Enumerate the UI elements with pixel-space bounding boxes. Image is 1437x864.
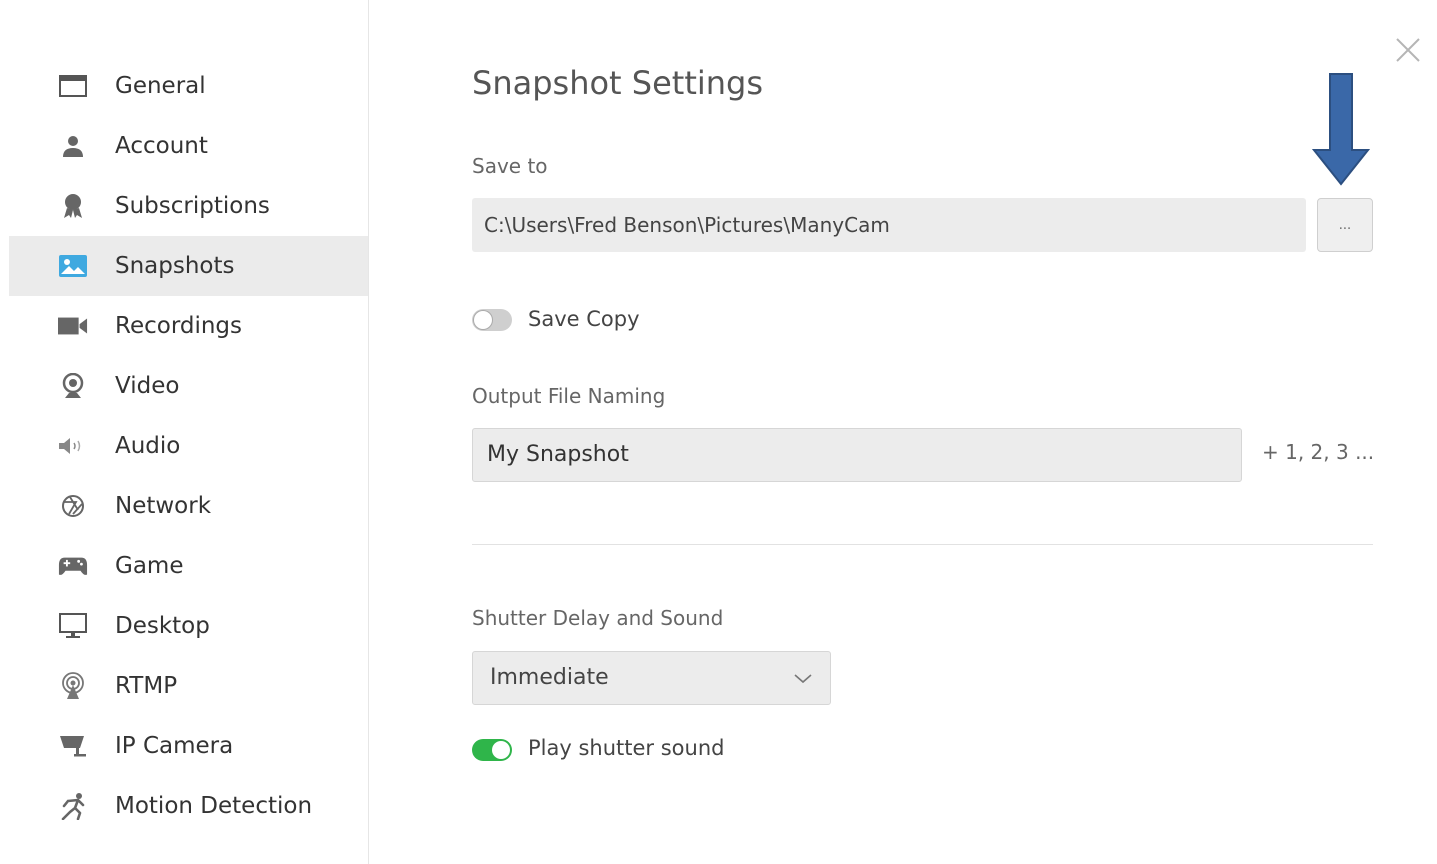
- sidebar-item-game[interactable]: Game: [9, 536, 368, 596]
- sidebar-item-label: Video: [115, 373, 180, 399]
- sidebar-item-label: RTMP: [115, 673, 178, 699]
- sidebar-item-ip-camera[interactable]: IP Camera: [9, 716, 368, 776]
- shutter-delay-select[interactable]: Immediate: [472, 651, 831, 705]
- section-divider: [472, 544, 1373, 545]
- play-shutter-sound-toggle[interactable]: [472, 739, 512, 761]
- save-copy-label: Save Copy: [528, 307, 640, 331]
- sidebar-item-general[interactable]: General: [9, 56, 368, 116]
- shutter-delay-value: Immediate: [490, 665, 609, 690]
- sidebar-item-label: Recordings: [115, 313, 243, 339]
- sidebar-item-motion-detection[interactable]: Motion Detection: [9, 776, 368, 836]
- webcam-icon: [58, 373, 88, 399]
- close-button[interactable]: [1394, 36, 1422, 64]
- settings-sidebar: General Account Subscriptions Snapshots …: [0, 0, 369, 864]
- browse-folder-button[interactable]: ...: [1317, 198, 1373, 252]
- sidebar-item-snapshots[interactable]: Snapshots: [9, 236, 368, 296]
- sidebar-item-network[interactable]: Network: [9, 476, 368, 536]
- sidebar-item-subscriptions[interactable]: Subscriptions: [9, 176, 368, 236]
- sidebar-item-label: Subscriptions: [115, 193, 270, 219]
- monitor-icon: [58, 613, 88, 639]
- sidebar-item-label: Network: [115, 493, 212, 519]
- sidebar-item-desktop[interactable]: Desktop: [9, 596, 368, 656]
- save-path-field[interactable]: C:\Users\Fred Benson\Pictures\ManyCam: [472, 198, 1306, 252]
- toggle-knob: [492, 741, 510, 759]
- sidebar-item-label: IP Camera: [115, 733, 234, 759]
- sidebar-item-label: Snapshots: [115, 253, 235, 279]
- close-icon: [1396, 38, 1420, 62]
- sidebar-item-label: Desktop: [115, 613, 210, 639]
- save-copy-toggle[interactable]: [472, 309, 512, 331]
- broadcast-icon: [58, 672, 88, 699]
- window-icon: [58, 73, 88, 99]
- running-person-icon: [58, 793, 88, 820]
- sidebar-item-label: Game: [115, 553, 184, 579]
- sidebar-item-rtmp[interactable]: RTMP: [9, 656, 368, 716]
- page-title: Snapshot Settings: [472, 64, 764, 102]
- sidebar-item-label: Account: [115, 133, 208, 159]
- output-filename-input[interactable]: My Snapshot: [472, 428, 1242, 482]
- sidebar-item-audio[interactable]: Audio: [9, 416, 368, 476]
- user-icon: [58, 133, 88, 159]
- video-camera-icon: [58, 313, 88, 339]
- output-file-naming-label: Output File Naming: [472, 384, 666, 408]
- sidebar-item-account[interactable]: Account: [9, 116, 368, 176]
- save-to-label: Save to: [472, 154, 548, 178]
- security-camera-icon: [58, 733, 88, 759]
- numbering-suffix: + 1, 2, 3 ...: [1262, 440, 1375, 464]
- play-shutter-sound-label: Play shutter sound: [528, 736, 725, 760]
- image-icon: [58, 253, 88, 279]
- speaker-icon: [58, 433, 88, 459]
- aperture-icon: [58, 493, 88, 519]
- chevron-down-icon: [794, 674, 812, 684]
- sidebar-item-video[interactable]: Video: [9, 356, 368, 416]
- award-icon: [58, 193, 88, 219]
- gamepad-icon: [58, 553, 88, 579]
- sidebar-item-recordings[interactable]: Recordings: [9, 296, 368, 356]
- toggle-knob: [474, 311, 492, 329]
- sidebar-item-label: Audio: [115, 433, 181, 459]
- shutter-delay-label: Shutter Delay and Sound: [472, 606, 724, 630]
- sidebar-item-label: Motion Detection: [115, 793, 313, 819]
- annotation-arrow-icon: [1312, 73, 1370, 186]
- sidebar-item-label: General: [115, 73, 206, 99]
